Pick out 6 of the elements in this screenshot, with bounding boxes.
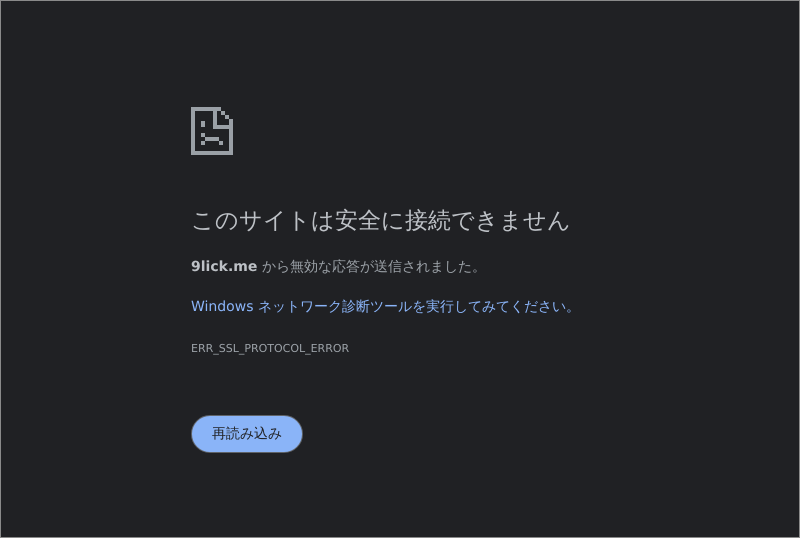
diagnostics-link[interactable]: Windows ネットワーク診断ツールを実行してみてください。 (191, 298, 580, 316)
reload-button[interactable]: 再読み込み (191, 415, 303, 453)
error-heading: このサイトは安全に接続できません (191, 207, 571, 236)
error-summary: 9lick.me から無効な応答が送信されました。 (191, 258, 486, 276)
sad-page-icon (191, 107, 233, 155)
error-code: ERR_SSL_PROTOCOL_ERROR (191, 342, 350, 355)
